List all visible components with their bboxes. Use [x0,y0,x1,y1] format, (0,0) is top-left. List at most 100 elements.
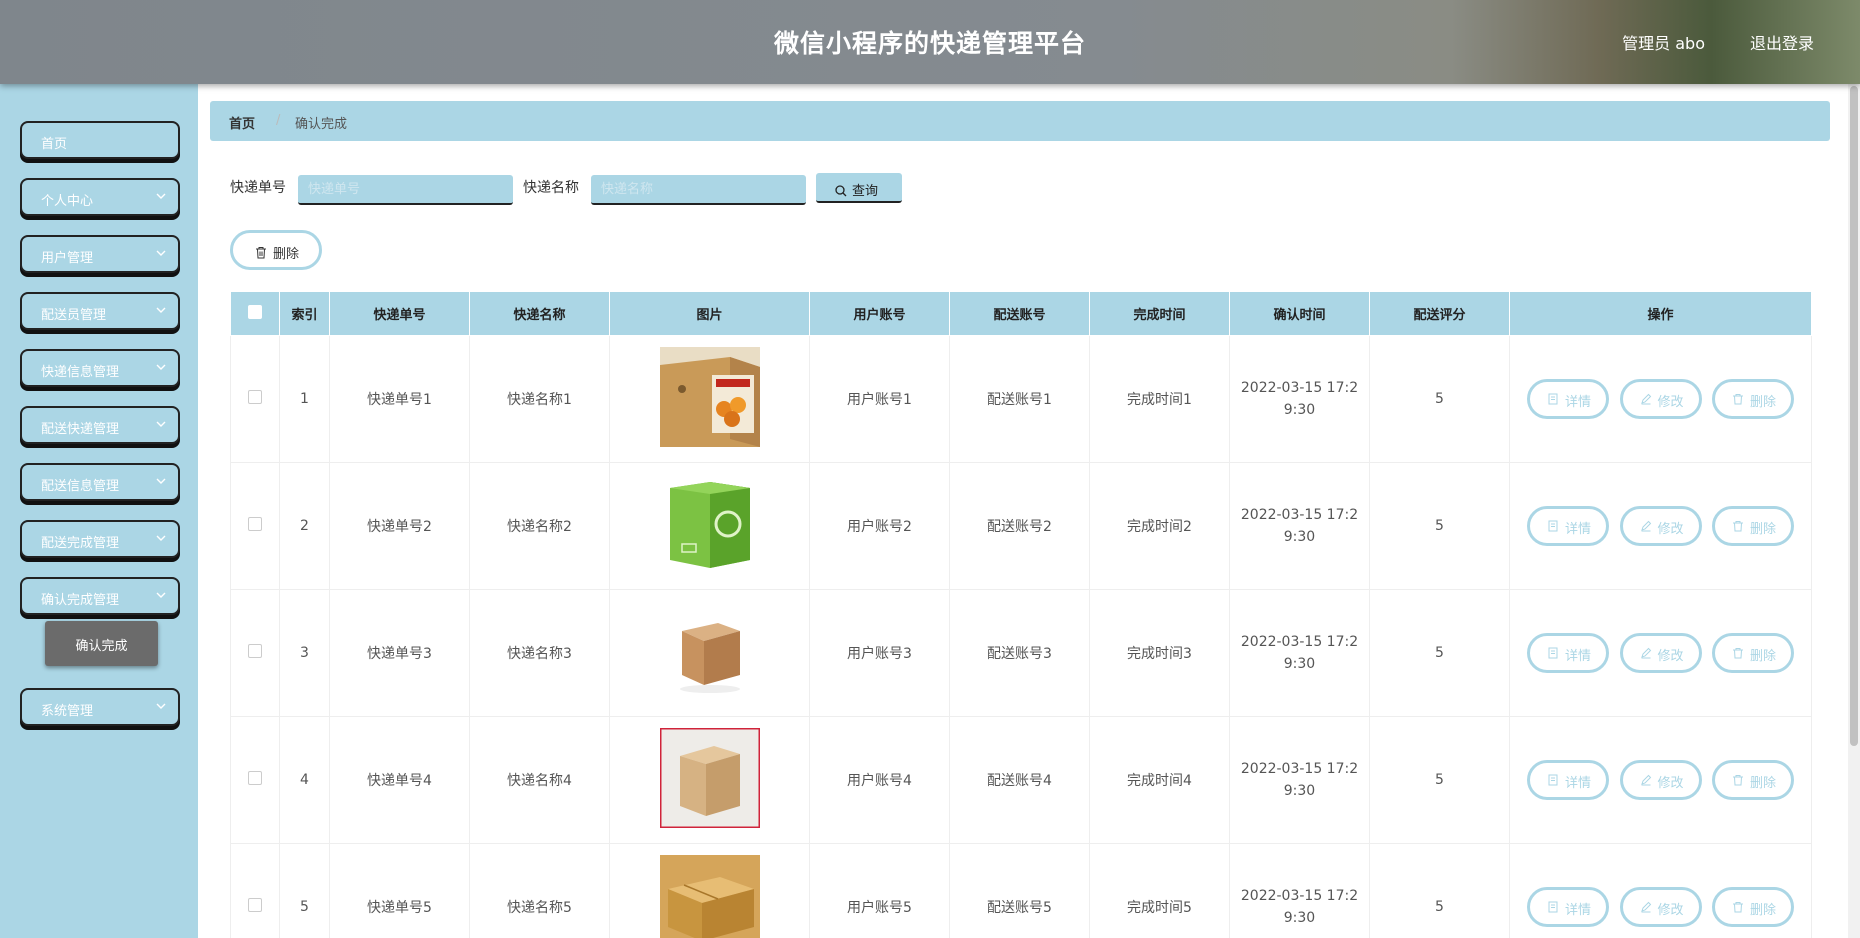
header-delivery-score: 配送评分 [1369,291,1510,336]
delete-label: 删除 [1749,395,1776,410]
page-title: 微信小程序的快递管理平台 [773,29,1086,58]
trash-icon [1732,393,1744,405]
table-row: 3 快递单号3 快递名称3 用户账号3 配送账号3 完成时间3 2022-03-… [230,589,1812,717]
header-courier-account: 配送账号 [949,291,1090,336]
edit-button[interactable]: 修改 [1619,760,1702,800]
edit-button[interactable]: 修改 [1619,506,1702,546]
detail-button[interactable]: 详情 [1527,633,1610,673]
header-actions: 操作 [1509,291,1812,336]
row-checkbox[interactable] [248,644,262,658]
sidebar-item-user-management[interactable]: 用户管理 [20,235,180,273]
detail-label: 详情 [1565,903,1592,918]
pencil-icon [1640,774,1652,786]
edit-button[interactable]: 修改 [1619,887,1702,927]
sidebar-item-personal-center[interactable]: 个人中心 [20,178,180,216]
cell-courier-account: 配送账号1 [949,335,1090,463]
trash-icon [1732,647,1744,659]
cell-tracking-number: 快递单号3 [329,589,470,717]
cell-complete-time: 完成时间5 [1089,843,1230,938]
pencil-icon [1640,647,1652,659]
select-all-checkbox[interactable] [248,304,262,319]
cell-parcel-name: 快递名称2 [469,462,610,590]
cell-tracking-number: 快递单号1 [329,335,470,463]
delete-button[interactable]: 删除 [1711,379,1794,419]
delete-button[interactable]: 删除 [1711,760,1794,800]
sidebar-subitem-label: 确认完成 [75,639,128,654]
sidebar-item-label: 配送完成管理 [41,536,120,551]
edit-label: 修改 [1657,522,1684,537]
edit-button[interactable]: 修改 [1619,379,1702,419]
trash-icon [1732,774,1744,786]
sidebar-item-courier-management[interactable]: 配送员管理 [20,292,180,330]
delete-button[interactable]: 删除 [1711,506,1794,546]
delete-label: 删除 [1749,522,1776,537]
parcel-image [659,474,760,574]
sidebar-item-delivery-info-management[interactable]: 配送信息管理 [20,463,180,501]
cell-delivery-score: 5 [1369,335,1510,463]
header-select-all[interactable] [230,291,280,336]
sidebar-item-label: 快递信息管理 [41,365,120,380]
cell-user-account: 用户账号4 [809,716,950,844]
confirm-time-line: 2022-03-15 17:2 [1240,888,1359,904]
cell-actions: 详情 修改 删除 [1509,462,1812,590]
parcel-image [659,855,760,938]
sidebar-item-parcel-info-management[interactable]: 快递信息管理 [20,349,180,387]
cell-confirm-time: 2022-03-15 17:2 9:30 [1229,462,1370,590]
detail-button[interactable]: 详情 [1527,887,1610,927]
document-icon [1547,520,1559,532]
cell-complete-time: 完成时间1 [1089,335,1230,463]
parcel-image [659,347,760,447]
cell-parcel-name: 快递名称4 [469,716,610,844]
edit-button[interactable]: 修改 [1619,633,1702,673]
header-index: 索引 [279,291,330,336]
delete-button[interactable]: 删除 [1711,887,1794,927]
detail-button[interactable]: 详情 [1527,506,1610,546]
confirm-time-line: 2022-03-15 17:2 [1240,761,1359,777]
cell-parcel-name: 快递名称3 [469,589,610,717]
chevron-down-icon [156,701,166,711]
sidebar-item-delivery-complete-management[interactable]: 配送完成管理 [20,520,180,558]
chevron-down-icon [156,248,166,258]
batch-delete-button[interactable]: 删除 [230,230,322,270]
chevron-down-icon [156,191,166,201]
document-icon [1547,647,1559,659]
cell-user-account: 用户账号2 [809,462,950,590]
row-checkbox[interactable] [248,771,262,785]
query-button-label: 查询 [852,184,879,199]
breadcrumb: 首页 / 确认完成 [210,101,1830,141]
delete-button[interactable]: 删除 [1711,633,1794,673]
sidebar-item-system-management[interactable]: 系统管理 [20,688,180,726]
detail-button[interactable]: 详情 [1527,760,1610,800]
tracking-number-input[interactable] [298,175,513,205]
cell-delivery-score: 5 [1369,716,1510,844]
cell-index: 1 [279,335,330,463]
chevron-down-icon [156,362,166,372]
detail-button[interactable]: 详情 [1527,379,1610,419]
row-checkbox[interactable] [248,390,262,404]
sidebar-item-delivery-parcel-management[interactable]: 配送快递管理 [20,406,180,444]
breadcrumb-home[interactable]: 首页 [229,113,255,132]
header-image: 图片 [609,291,810,336]
cell-complete-time: 完成时间3 [1089,589,1230,717]
trash-icon [255,244,267,259]
cell-actions: 详情 修改 删除 [1509,843,1812,938]
sidebar-subitem-confirm-complete[interactable]: 确认完成 [45,621,158,666]
cell-complete-time: 完成时间4 [1089,716,1230,844]
breadcrumb-current: 确认完成 [295,117,348,132]
sidebar-item-home[interactable]: 首页 [20,121,180,159]
sidebar-item-label: 用户管理 [41,251,94,266]
row-checkbox[interactable] [248,517,262,531]
query-button[interactable]: 查询 [816,173,902,203]
sidebar-item-label: 系统管理 [41,704,94,719]
logout-link[interactable]: 退出登录 [1750,30,1814,54]
parcel-name-input[interactable] [591,175,806,205]
edit-label: 修改 [1657,776,1684,791]
header-complete-time: 完成时间 [1089,291,1230,336]
sidebar-item-label: 配送快递管理 [41,422,120,437]
scrollbar-thumb[interactable] [1850,86,1858,746]
sidebar-item-confirm-complete-management[interactable]: 确认完成管理 [20,577,180,615]
cell-courier-account: 配送账号2 [949,462,1090,590]
confirm-time-line: 9:30 [1283,402,1316,418]
row-checkbox[interactable] [248,898,262,912]
cell-index: 3 [279,589,330,717]
